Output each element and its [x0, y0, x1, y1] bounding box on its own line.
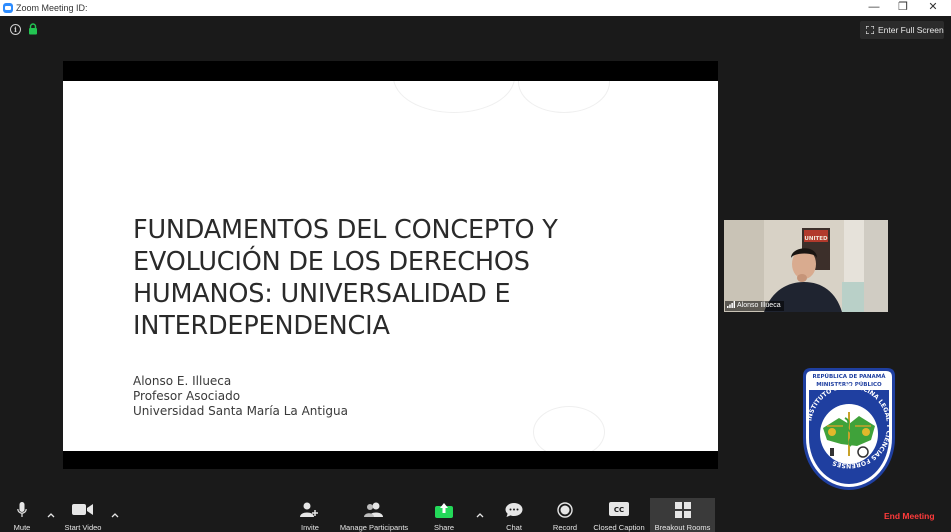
- window-title-bar: Zoom Meeting ID: — ❐ ✕: [0, 0, 951, 16]
- start-video-label: Start Video: [64, 523, 102, 532]
- participant-name: Alonso Illueca: [737, 302, 781, 309]
- record-icon: [557, 502, 573, 518]
- share-options-chevron-icon[interactable]: [475, 511, 485, 519]
- presenter-university: Universidad Santa María La Antigua: [133, 404, 349, 418]
- microphone-icon: [17, 502, 27, 517]
- slide-title-line: EVOLUCIÓN DE LOS DERECHOS: [133, 247, 530, 277]
- participant-name-tag: Alonso Illueca: [725, 301, 784, 311]
- manage-participants-label: Manage Participants: [339, 523, 409, 532]
- window-title: Zoom Meeting ID:: [16, 3, 88, 13]
- slide-title-line: INTERDEPENDENCIA: [133, 311, 390, 341]
- meeting-toolbar: Mute Start Video Invite Manage Participa…: [0, 498, 951, 532]
- audio-options-chevron-icon[interactable]: [46, 511, 56, 519]
- zoom-app-icon: [3, 3, 13, 13]
- presentation-slide: FUNDAMENTOS DEL CONCEPTO Y EVOLUCIÓN DE …: [63, 81, 718, 451]
- breakout-rooms-icon: [674, 502, 691, 518]
- share-button[interactable]: Share: [430, 498, 458, 532]
- restore-button[interactable]: ❐: [888, 0, 918, 16]
- breakout-rooms-label: Breakout Rooms: [654, 523, 711, 532]
- mute-button[interactable]: Mute: [6, 498, 38, 532]
- full-screen-label: Enter Full Screen: [878, 25, 944, 35]
- share-screen-icon: [435, 503, 453, 518]
- invite-person-icon: [300, 502, 318, 517]
- mute-label: Mute: [13, 523, 31, 532]
- meeting-info-icon[interactable]: i: [10, 24, 21, 35]
- participants-icon: [364, 502, 383, 517]
- chat-label: Chat: [506, 523, 522, 532]
- record-label: Record: [552, 523, 578, 532]
- seal-country-text: REPÚBLICA DE PANAMÁ: [812, 373, 886, 380]
- minimize-button[interactable]: —: [859, 0, 889, 16]
- record-button[interactable]: Record: [550, 498, 580, 532]
- enter-full-screen-button[interactable]: Enter Full Screen: [860, 21, 944, 39]
- slide-title: FUNDAMENTOS DEL CONCEPTO Y EVOLUCIÓN DE …: [133, 214, 693, 342]
- slide-decoration: [393, 81, 515, 113]
- slide-title-line: HUMANOS: UNIVERSALIDAD E: [133, 279, 511, 309]
- video-camera-icon: [72, 504, 93, 515]
- manage-participants-button[interactable]: Manage Participants: [335, 498, 413, 532]
- cc-icon-text: CC: [614, 506, 624, 514]
- closed-caption-icon: CC: [609, 502, 629, 516]
- end-meeting-button[interactable]: End Meeting: [884, 511, 935, 521]
- participant-video[interactable]: UNITED Alonso Illueca: [724, 220, 888, 312]
- chat-button[interactable]: Chat: [500, 498, 528, 532]
- video-options-chevron-icon[interactable]: [110, 511, 120, 519]
- shared-screen: FUNDAMENTOS DEL CONCEPTO Y EVOLUCIÓN DE …: [63, 61, 718, 469]
- closed-caption-button[interactable]: CC Closed Caption: [590, 498, 648, 532]
- start-video-button[interactable]: Start Video: [62, 498, 104, 532]
- slide-subtitle: Alonso E. Illueca Profesor Asociado Univ…: [133, 374, 533, 419]
- poster-text: UNITED: [804, 236, 828, 242]
- invite-label: Invite: [301, 523, 319, 532]
- slide-title-line: FUNDAMENTOS DEL CONCEPTO Y: [133, 215, 558, 245]
- closed-caption-label: Closed Caption: [593, 523, 645, 532]
- participant-video-image: UNITED: [724, 220, 888, 312]
- slide-decoration: [533, 406, 605, 451]
- institute-seal: REPÚBLICA DE PANAMÁ MINISTERIO PÚBLICO I…: [803, 368, 895, 490]
- lock-icon[interactable]: [28, 23, 38, 35]
- chat-bubble-icon: [505, 503, 523, 517]
- signal-bars-icon: [727, 301, 735, 308]
- invite-button[interactable]: Invite: [296, 498, 324, 532]
- expand-icon: [866, 26, 874, 34]
- breakout-rooms-button[interactable]: Breakout Rooms: [650, 498, 715, 532]
- presenter-name: Alonso E. Illueca: [133, 374, 232, 388]
- presenter-position: Profesor Asociado: [133, 389, 241, 403]
- share-label: Share: [433, 523, 454, 532]
- slide-decoration: [518, 81, 610, 113]
- close-button[interactable]: ✕: [918, 0, 948, 16]
